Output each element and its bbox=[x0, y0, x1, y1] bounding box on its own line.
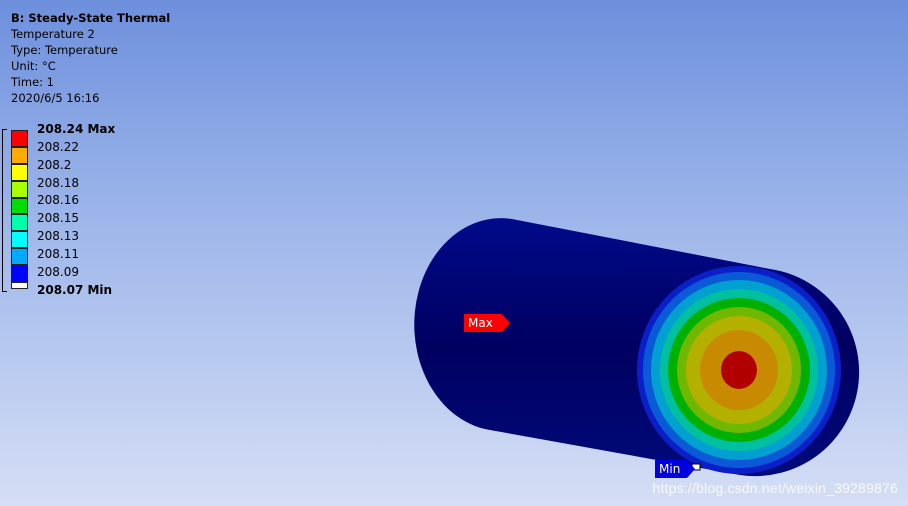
min-tag-label: Min bbox=[659, 462, 681, 476]
max-tag-label: Max bbox=[468, 316, 493, 330]
contour-end-face bbox=[637, 266, 841, 474]
model-viewport[interactable] bbox=[0, 0, 908, 506]
watermark-text: https://blog.csdn.net/weixin_39289876 bbox=[652, 480, 898, 496]
